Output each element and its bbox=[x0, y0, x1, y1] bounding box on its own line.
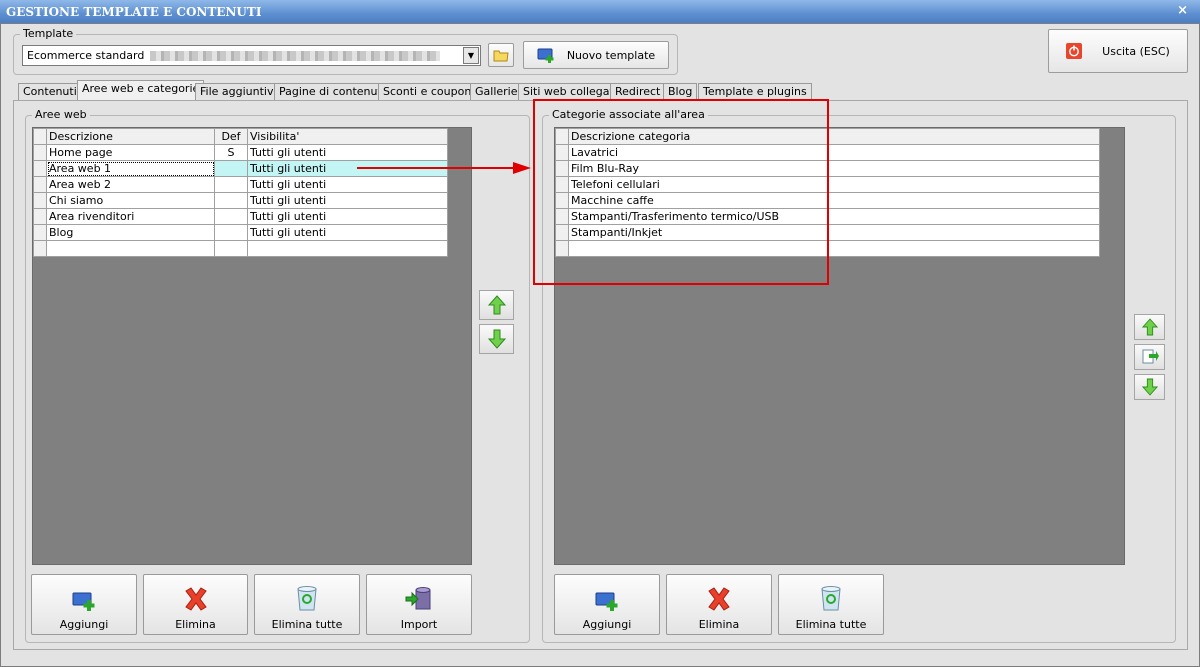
dropdown-arrow-icon[interactable]: ▼ bbox=[463, 47, 479, 64]
tab-sconti-coupon[interactable]: Sconti e coupon bbox=[378, 83, 477, 100]
table-header: Descrizione Def Visibilita' bbox=[33, 128, 448, 145]
template-select[interactable]: Ecommerce standard ▼ bbox=[22, 45, 481, 66]
new-template-button[interactable]: Nuovo template bbox=[523, 41, 669, 69]
tab-redirect[interactable]: Redirect bbox=[610, 83, 666, 100]
column-header-visibilita[interactable]: Visibilita' bbox=[247, 128, 448, 145]
add-template-icon bbox=[537, 48, 554, 63]
tab-gallerie[interactable]: Gallerie bbox=[470, 83, 523, 100]
categorie-move-down-button[interactable] bbox=[1134, 374, 1165, 400]
close-icon[interactable]: × bbox=[1177, 3, 1188, 18]
exit-button[interactable]: Uscita (ESC) bbox=[1048, 29, 1188, 73]
tab-pagine-contenuti[interactable]: Pagine di contenuti bbox=[274, 83, 390, 100]
aree-delete-all-button[interactable]: Elimina tutte bbox=[254, 574, 360, 635]
aree-web-grid[interactable]: Descrizione Def Visibilita' Home page S … bbox=[32, 127, 472, 565]
categorie-add-button[interactable]: Aggiungi bbox=[554, 574, 660, 635]
power-icon bbox=[1066, 43, 1083, 59]
tab-file-aggiuntivi[interactable]: File aggiuntivi bbox=[195, 83, 282, 100]
categorie-add-label: Aggiungi bbox=[582, 618, 632, 631]
table-row[interactable]: Chi siamo Tutti gli utenti bbox=[33, 192, 448, 209]
arrow-down-icon bbox=[1141, 378, 1158, 396]
move-up-button[interactable] bbox=[479, 290, 514, 320]
template-group-label: Template bbox=[20, 27, 77, 40]
aree-web-table: Descrizione Def Visibilita' Home page S … bbox=[33, 128, 448, 257]
table-row[interactable]: Area rivenditori Tutti gli utenti bbox=[33, 208, 448, 225]
categorie-delete-button[interactable]: Elimina bbox=[666, 574, 772, 635]
exit-label: Uscita (ESC) bbox=[1102, 44, 1170, 58]
categorie-delete-label: Elimina bbox=[698, 618, 740, 631]
arrow-down-icon bbox=[487, 329, 506, 349]
folder-icon bbox=[493, 50, 509, 62]
table-row-empty[interactable] bbox=[33, 240, 448, 257]
categorie-delete-all-label: Elimina tutte bbox=[795, 618, 867, 631]
tab-blog[interactable]: Blog bbox=[663, 83, 698, 100]
column-header-descrizione[interactable]: Descrizione bbox=[46, 128, 215, 145]
aree-import-label: Import bbox=[400, 618, 438, 631]
move-down-button[interactable] bbox=[479, 324, 514, 354]
tab-contenuti[interactable]: Contenuti bbox=[18, 83, 82, 100]
redacted-path bbox=[150, 50, 441, 61]
open-folder-button[interactable] bbox=[488, 43, 514, 67]
tab-siti-web-collegati[interactable]: Siti web collegati bbox=[518, 83, 622, 100]
highlight-box bbox=[533, 99, 829, 285]
delete-x-icon bbox=[184, 587, 207, 611]
annotation-arrow bbox=[357, 162, 531, 174]
table-row[interactable]: Blog Tutti gli utenti bbox=[33, 224, 448, 241]
categorie-delete-all-button[interactable]: Elimina tutte bbox=[778, 574, 884, 635]
new-template-label: Nuovo template bbox=[566, 48, 656, 62]
table-row[interactable]: Home page S Tutti gli utenti bbox=[33, 144, 448, 161]
column-header-def[interactable]: Def bbox=[214, 128, 248, 145]
aree-delete-all-label: Elimina tutte bbox=[271, 618, 343, 631]
categorie-move-up-button[interactable] bbox=[1134, 314, 1165, 340]
aree-web-group-label: Aree web bbox=[32, 108, 90, 121]
tab-strip: Contenuti Aree web e categorie File aggi… bbox=[14, 80, 814, 101]
aree-import-button[interactable]: Import bbox=[366, 574, 472, 635]
table-row[interactable]: Area web 2 Tutti gli utenti bbox=[33, 176, 448, 193]
recycle-bin-icon bbox=[297, 586, 317, 611]
delete-x-icon bbox=[708, 587, 730, 611]
database-import-icon bbox=[405, 587, 431, 610]
swap-icon bbox=[1142, 349, 1159, 364]
aree-add-label: Aggiungi bbox=[59, 618, 109, 631]
add-icon bbox=[72, 592, 95, 611]
window-title: GESTIONE TEMPLATE E CONTENUTI bbox=[6, 5, 262, 19]
tab-template-plugins[interactable]: Template e plugins bbox=[698, 83, 812, 100]
template-selected-value: Ecommerce standard bbox=[27, 49, 145, 62]
aree-add-button[interactable]: Aggiungi bbox=[31, 574, 137, 635]
arrow-up-icon bbox=[487, 295, 506, 315]
categorie-swap-button[interactable] bbox=[1134, 344, 1165, 370]
arrow-up-icon bbox=[1141, 318, 1158, 336]
aree-delete-label: Elimina bbox=[175, 618, 216, 631]
add-icon bbox=[595, 592, 618, 611]
recycle-bin-icon bbox=[821, 586, 841, 611]
tab-aree-web-categorie[interactable]: Aree web e categorie bbox=[77, 80, 205, 101]
aree-delete-button[interactable]: Elimina bbox=[143, 574, 248, 635]
window-titlebar: GESTIONE TEMPLATE E CONTENUTI × bbox=[0, 0, 1200, 23]
